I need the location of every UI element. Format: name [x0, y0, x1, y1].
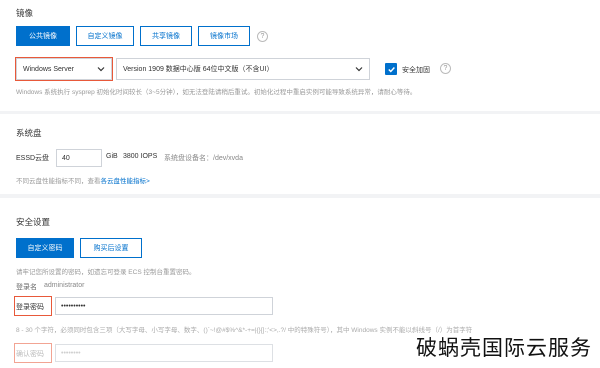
watermark-text: 破蜗壳国际云服务	[416, 336, 592, 360]
security-section-title: 安全设置	[16, 217, 51, 227]
password-rule: 8 - 30 个字符，必须同时包含三项（大写字母、小写字母、数字、()`~!@#…	[16, 327, 473, 334]
disk-size-unit: GiB	[106, 153, 118, 160]
tab-image-market[interactable]: 镜像市场	[198, 26, 250, 46]
confirm-password-input[interactable]: ••••••••	[55, 344, 273, 362]
system-disk-title: 系统盘	[16, 128, 42, 138]
password-hint: 请牢记您所设置的密码，如遗忘可登录 ECS 控制台重置密码。	[16, 269, 196, 276]
disk-iops: 3800 IOPS	[123, 153, 158, 160]
disk-size-input[interactable]: 40	[56, 149, 102, 167]
version-select-value: Version 1909 数据中心版 64位中文版（不含UI）	[123, 66, 274, 73]
disk-performance-link[interactable]: 各云盘性能指标>	[101, 178, 150, 185]
tab-set-later[interactable]: 购买后设置	[80, 238, 142, 258]
system-disk-panel: 系统盘 ESSD云盘 40 GiB 3800 IOPS 系统盘设备名：/dev/…	[0, 114, 600, 194]
version-select[interactable]: Version 1909 数据中心版 64位中文版（不含UI）	[116, 58, 370, 80]
password-label-highlight	[14, 296, 52, 316]
disk-device-name: 系统盘设备名：/dev/xvda	[164, 155, 243, 162]
login-name-label: 登录名	[16, 284, 37, 291]
tab-custom-image[interactable]: 自定义镜像	[76, 26, 134, 46]
tab-shared-image[interactable]: 共享镜像	[140, 26, 192, 46]
disk-hint-text: 不同云盘性能指标不同，查看	[16, 178, 101, 185]
tab-public-image[interactable]: 公共镜像	[16, 26, 70, 46]
check-icon	[387, 66, 395, 73]
disk-hint: 不同云盘性能指标不同，查看各云盘性能指标>	[16, 175, 150, 185]
image-section-title: 镜像	[16, 8, 34, 18]
image-panel: 镜像 公共镜像 自定义镜像 共享镜像 镜像市场 ? Windows Server…	[0, 0, 600, 111]
security-hardening-label: 安全加固	[402, 67, 430, 74]
login-name-value: administrator	[44, 282, 85, 289]
help-icon[interactable]: ?	[257, 31, 268, 42]
help-icon[interactable]: ?	[440, 63, 451, 74]
password-input[interactable]: ••••••••••	[55, 297, 273, 315]
disk-type-label: ESSD云盘	[16, 155, 50, 162]
image-hint: Windows 系统执行 sysprep 初始化时间较长（3~5分钟），如无法登…	[16, 89, 417, 96]
confirm-label-highlight	[14, 343, 52, 363]
chevron-down-icon	[355, 67, 363, 72]
os-select-highlight	[15, 57, 113, 81]
tab-custom-password[interactable]: 自定义密码	[16, 238, 74, 258]
security-hardening-checkbox[interactable]	[385, 63, 397, 75]
